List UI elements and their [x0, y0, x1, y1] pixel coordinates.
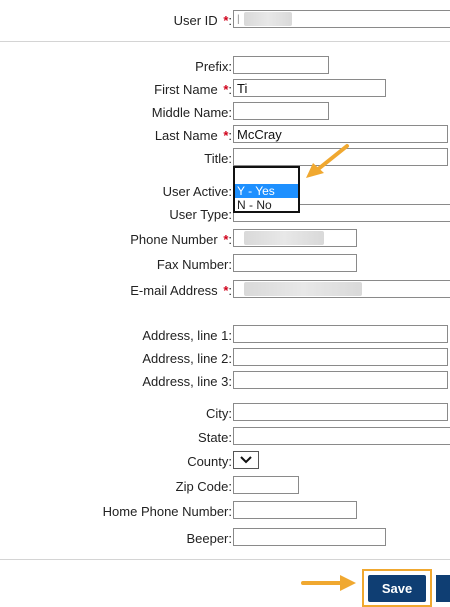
- chevron-down-icon: [240, 456, 252, 464]
- fax-label: Fax Number:: [156, 257, 232, 272]
- county-row: County:: [0, 451, 450, 473]
- divider: [0, 41, 450, 42]
- zip-label: Zip Code:: [175, 479, 232, 494]
- email-row: E-mail Address *:: [0, 280, 450, 302]
- next-button-partial[interactable]: [436, 575, 450, 602]
- option-no[interactable]: N - No: [235, 198, 298, 212]
- address2-label: Address, line 2:: [142, 351, 232, 366]
- address3-row: Address, line 3:: [0, 371, 450, 393]
- fax-row: Fax Number:: [0, 254, 450, 276]
- address1-row: Address, line 1:: [0, 325, 450, 347]
- user-type-label: User Type:: [169, 207, 232, 222]
- zip-input[interactable]: [233, 476, 299, 494]
- divider: [0, 559, 450, 560]
- first-name-label: First Name *:: [154, 82, 232, 97]
- title-label: Title:: [204, 151, 232, 166]
- user-type-row: User Type:: [0, 204, 450, 226]
- title-row: Title:: [0, 148, 450, 170]
- address2-input[interactable]: [233, 348, 448, 366]
- address1-input[interactable]: [233, 325, 448, 343]
- beeper-label: Beeper:: [186, 531, 232, 546]
- county-select[interactable]: [233, 451, 259, 469]
- city-input[interactable]: [233, 403, 448, 421]
- home-phone-label: Home Phone Number:: [102, 504, 232, 519]
- user-active-dropdown[interactable]: Y - Yes N - No: [233, 166, 300, 213]
- beeper-row: Beeper:: [0, 528, 450, 550]
- redacted-value: [244, 12, 292, 26]
- phone-label: Phone Number *:: [130, 232, 232, 247]
- prefix-row: Prefix:: [0, 56, 450, 78]
- home-phone-row: Home Phone Number:: [0, 501, 450, 523]
- city-row: City:: [0, 403, 450, 425]
- home-phone-input[interactable]: [233, 501, 357, 519]
- option-yes[interactable]: Y - Yes: [235, 184, 298, 198]
- address1-label: Address, line 1:: [142, 328, 232, 343]
- user-id-row: User ID *: l: [0, 10, 450, 32]
- state-input[interactable]: [233, 427, 450, 445]
- address3-label: Address, line 3:: [142, 374, 232, 389]
- prefix-input[interactable]: [233, 56, 329, 74]
- county-label: County:: [187, 454, 232, 469]
- state-row: State:: [0, 427, 450, 449]
- last-name-label: Last Name *:: [154, 128, 232, 143]
- first-name-row: First Name *: Ti: [0, 79, 450, 101]
- phone-row: Phone Number *:: [0, 229, 450, 251]
- middle-name-input[interactable]: [233, 102, 329, 120]
- email-label: E-mail Address *:: [130, 283, 232, 298]
- user-id-label: User ID *:: [173, 13, 232, 28]
- zip-row: Zip Code:: [0, 476, 450, 498]
- state-label: State:: [198, 430, 232, 445]
- user-active-row: User Active:: [0, 181, 450, 203]
- last-name-row: Last Name *: McCray: [0, 125, 450, 147]
- address2-row: Address, line 2:: [0, 348, 450, 370]
- middle-name-label: Middle Name:: [151, 105, 232, 120]
- arrow-icon: [306, 144, 349, 178]
- city-label: City:: [206, 406, 232, 421]
- save-button[interactable]: Save: [368, 575, 426, 602]
- beeper-input[interactable]: [233, 528, 386, 546]
- first-name-input[interactable]: Ti: [233, 79, 386, 97]
- redacted-value: [244, 231, 324, 245]
- prefix-label: Prefix:: [195, 59, 232, 74]
- address3-input[interactable]: [233, 371, 448, 389]
- redacted-value: [244, 282, 362, 296]
- arrow-icon: [301, 575, 356, 591]
- user-active-label: User Active:: [162, 184, 232, 199]
- fax-input[interactable]: [233, 254, 357, 272]
- middle-name-row: Middle Name:: [0, 102, 450, 124]
